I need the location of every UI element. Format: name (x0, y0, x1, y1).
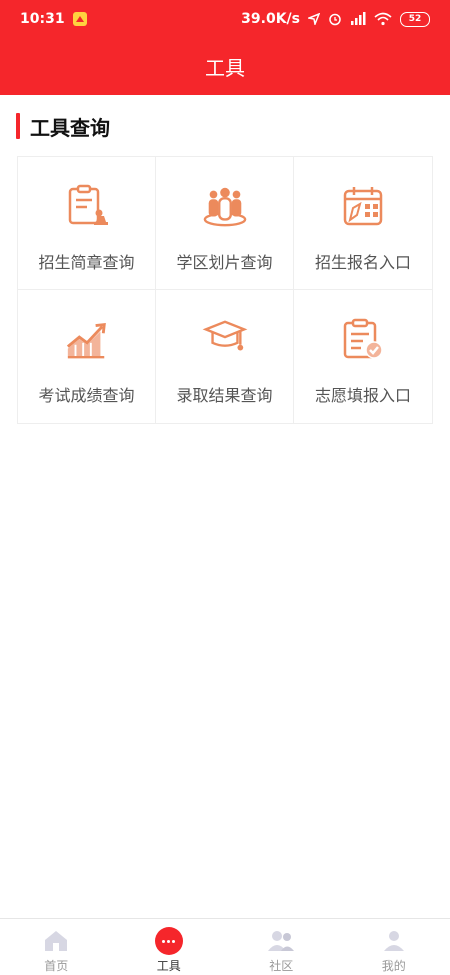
tool-label: 招生报名入口 (314, 253, 411, 272)
top-header: 10:31 39.0K/s 52 工具 (0, 0, 450, 95)
graduation-cap-icon (202, 316, 248, 362)
signal-icon (350, 12, 366, 26)
section-header: 工具查询 (16, 112, 110, 140)
nav-label: 工具 (156, 959, 181, 973)
tool-label: 志愿填报入口 (314, 386, 411, 405)
brochure-icon (64, 183, 110, 229)
people-group-icon (202, 183, 248, 229)
location-arrow-icon (308, 13, 320, 25)
nav-item-tools[interactable]: 工具 (113, 919, 226, 975)
more-dots-icon (154, 927, 183, 955)
community-icon (267, 927, 295, 955)
status-bar: 10:31 39.0K/s 52 (0, 0, 450, 38)
tool-label: 招生简章查询 (38, 253, 135, 272)
page-title: 工具 (205, 56, 245, 80)
home-icon (42, 927, 70, 955)
app-notification-icon (72, 12, 87, 26)
tool-item-admission-results[interactable]: 录取结果查询 (156, 290, 294, 423)
tool-label: 学区划片查询 (176, 253, 273, 272)
tool-item-admission-brochure[interactable]: 招生简章查询 (18, 157, 156, 290)
nav-label: 首页 (44, 959, 69, 973)
tool-item-exam-scores[interactable]: 考试成绩查询 (18, 290, 156, 423)
nav-item-home[interactable]: 首页 (0, 919, 113, 975)
tool-item-school-district[interactable]: 学区划片查询 (156, 157, 294, 290)
nav-item-community[interactable]: 社区 (225, 919, 338, 975)
nav-label: 我的 (381, 959, 406, 973)
profile-icon (380, 927, 408, 955)
tool-item-application-entry[interactable]: 志愿填报入口 (294, 290, 432, 423)
nav-label: 社区 (269, 959, 294, 973)
clipboard-check-icon (340, 316, 386, 362)
tool-item-enrollment-entry[interactable]: 招生报名入口 (294, 157, 432, 290)
status-time: 10:31 (20, 11, 65, 27)
nav-item-profile[interactable]: 我的 (338, 919, 450, 975)
calendar-signup-icon (340, 183, 386, 229)
wifi-icon (374, 12, 392, 26)
alarm-icon (328, 12, 342, 26)
tool-label: 考试成绩查询 (38, 386, 135, 405)
battery-icon: 52 (400, 11, 430, 27)
section-title: 工具查询 (30, 115, 110, 140)
tools-grid: 招生简章查询 学区划片查询 招生报名入口 考试成绩查询 录取结果查询 志愿填报入… (17, 156, 433, 424)
bottom-nav: 首页 工具 社区 我的 (0, 918, 450, 975)
chart-growth-icon (64, 316, 110, 362)
section-accent-bar (16, 113, 20, 139)
tool-label: 录取结果查询 (176, 386, 273, 405)
net-speed: 39.0K/s (241, 11, 300, 27)
